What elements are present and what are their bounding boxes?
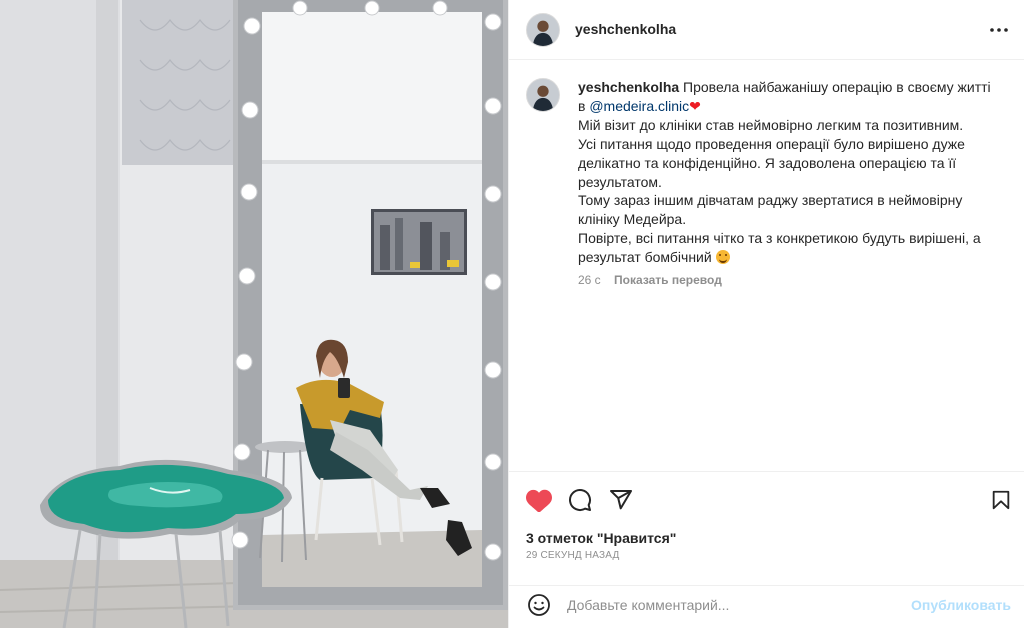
caption-line-2: Мій візит до клініки став неймовірно лег… [578, 116, 964, 133]
smile-icon[interactable] [526, 592, 552, 618]
caption-line-4: Тому зараз іншим дівчатам раджу звертати… [578, 192, 963, 228]
caption-text: yeshchenkolha Провела найбажанішу операц… [578, 78, 998, 267]
mirror-selfie-image [0, 0, 508, 628]
show-translation-link[interactable]: Показать перевод [614, 273, 722, 287]
caption-line-3: Усі питання щодо проведення операції бул… [578, 135, 965, 190]
avatar-image [527, 14, 559, 46]
caption-mention-link[interactable]: @medeira.clinic [589, 98, 689, 114]
caption-username[interactable]: yeshchenkolha [578, 79, 679, 95]
comment-input[interactable] [567, 594, 897, 616]
caption-line-5: Повірте, всі питання чітко та з конкрети… [578, 230, 981, 266]
heart-filled-icon[interactable] [525, 486, 553, 514]
smiling-emoji-icon [715, 250, 730, 265]
caption-section: yeshchenkolha Провела найбажанішу операц… [509, 61, 1024, 471]
add-comment-bar: Опубликовать [509, 585, 1024, 627]
post-actions-section: 3 отметок "Нравится" 29 секунд назад Опу… [509, 471, 1024, 626]
avatar-image [527, 79, 559, 111]
caption-age[interactable]: 26 с [578, 273, 601, 287]
likes-count[interactable]: 3 отметок "Нравится" [526, 530, 676, 546]
caption-meta: 26 с Показать перевод [578, 273, 722, 287]
bookmark-icon[interactable] [987, 486, 1015, 514]
header-username[interactable]: yeshchenkolha [575, 21, 676, 37]
post-header: yeshchenkolha [509, 0, 1024, 60]
caption-avatar[interactable] [526, 78, 560, 112]
post-details-panel: yeshchenkolha yeshchenkolha Провела найб… [508, 0, 1024, 628]
avatar[interactable] [526, 13, 560, 47]
comment-icon[interactable] [566, 486, 594, 514]
send-icon[interactable] [607, 486, 635, 514]
post-photo[interactable] [0, 0, 508, 628]
post-comment-button[interactable]: Опубликовать [911, 597, 1011, 613]
more-horizontal-icon[interactable] [987, 18, 1011, 42]
post-timestamp[interactable]: 29 секунд назад [526, 550, 619, 561]
red-heart-emoji: ❤ [689, 97, 701, 114]
